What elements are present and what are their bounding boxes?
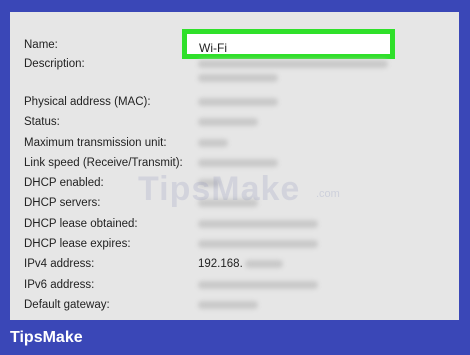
label-ipv6-address: IPv6 address:	[24, 279, 95, 291]
value-lease-obtained-blurred	[198, 217, 318, 231]
label-ipv4-address: IPv4 address:	[24, 258, 95, 270]
label-default-gateway: Default gateway:	[24, 299, 110, 311]
network-details-panel: Wi-Fi Name: Description: Physical addres…	[10, 12, 459, 320]
footer-brand: TipsMake	[10, 329, 83, 346]
value-lease-expires-blurred	[198, 237, 318, 251]
label-dhcp-enabled: DHCP enabled:	[24, 177, 104, 189]
value-mtu-blurred	[198, 136, 228, 150]
label-mtu: Maximum transmission unit:	[24, 137, 167, 149]
label-description: Description:	[24, 58, 85, 70]
label-dhcp-lease-expires: DHCP lease expires:	[24, 238, 131, 250]
name-highlight-box: Wi-Fi	[182, 29, 395, 59]
label-link-speed: Link speed (Receive/Transmit):	[24, 157, 183, 169]
label-status: Status:	[24, 116, 60, 128]
label-dhcp-servers: DHCP servers:	[24, 197, 101, 209]
name-value: Wi-Fi	[199, 41, 227, 55]
value-link-speed-blurred	[198, 156, 278, 170]
value-description-blurred	[198, 57, 388, 71]
label-name: Name:	[24, 39, 58, 51]
watermark-suffix: .com	[316, 188, 340, 200]
watermark-logo: TipsMake	[138, 170, 301, 208]
ipv4-visible-text: 192.168.	[198, 258, 243, 270]
value-status-blurred	[198, 115, 258, 129]
value-ipv6-blurred	[198, 278, 318, 292]
value-description-blurred-2	[198, 71, 278, 85]
value-gateway-blurred	[198, 298, 258, 312]
label-dhcp-lease-obtained: DHCP lease obtained:	[24, 218, 138, 230]
label-physical-address: Physical address (MAC):	[24, 96, 151, 108]
value-ipv4: 192.168.	[198, 257, 283, 271]
value-mac-blurred	[198, 95, 278, 109]
